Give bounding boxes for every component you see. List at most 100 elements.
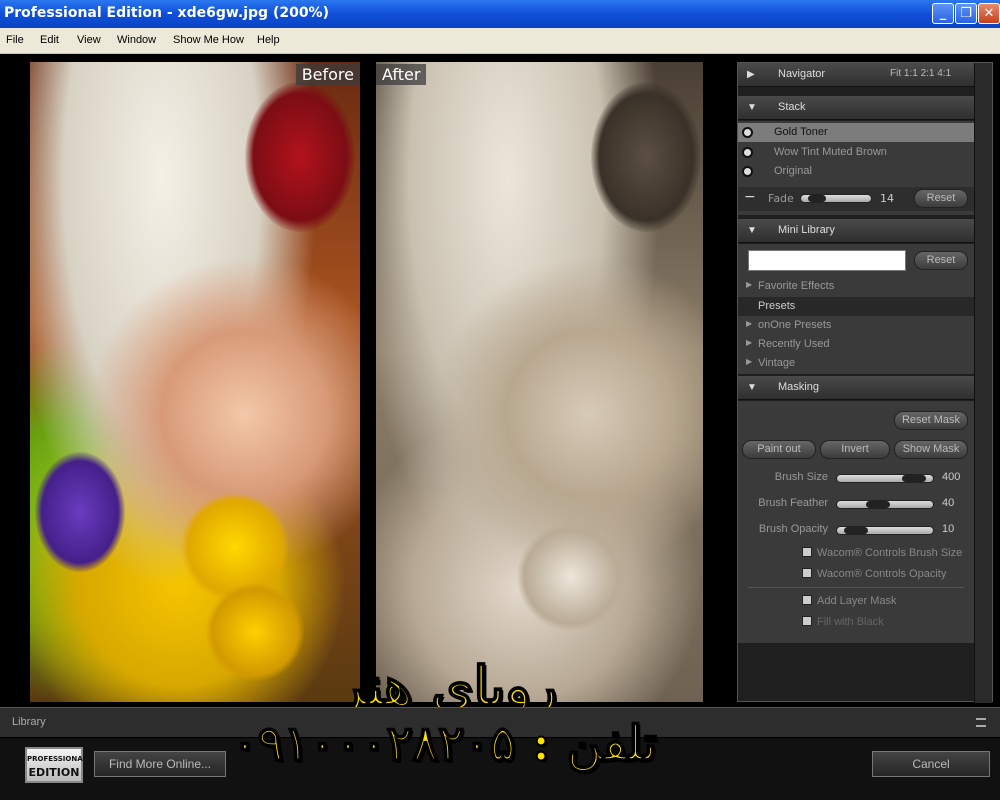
collapse-arrow-icon: ▼	[747, 225, 757, 236]
expand-arrow-icon: ▶	[746, 338, 753, 347]
reset-mask-button[interactable]: Reset Mask	[894, 411, 968, 430]
library-search-input[interactable]	[748, 250, 906, 271]
zoom-options[interactable]: Fit 1:1 2:1 4:1	[890, 68, 951, 79]
eye-icon[interactable]	[742, 166, 753, 177]
title-bar: Professional Edition - xde6gw.jpg (200%)…	[0, 0, 1000, 28]
red-flower-shape	[245, 82, 355, 232]
fade-reset-button[interactable]: Reset	[914, 189, 968, 208]
library-bar-label: Library	[12, 716, 46, 728]
collapse-arrow-icon: ▼	[747, 382, 757, 393]
fade-value: 14	[880, 192, 894, 205]
show-mask-button[interactable]: Show Mask	[894, 440, 968, 459]
workspace: Before After رویای هنر ▶ Navigator Fit 1…	[0, 54, 1000, 719]
fade-label: Fade	[768, 192, 794, 205]
menu-file[interactable]: File	[6, 34, 24, 46]
wacom-opacity-checkbox[interactable]: Wacom® Controls Opacity	[802, 568, 946, 580]
stack-label: Stack	[778, 101, 806, 113]
mini-library-body: Reset ▶ Favorite Effects Presets ▶ onOne…	[738, 244, 974, 374]
fill-black-label: Fill with Black	[817, 616, 884, 628]
library-item-label: Recently Used	[758, 338, 830, 350]
expand-arrow-icon: ▶	[746, 280, 753, 289]
fade-slider[interactable]	[800, 194, 872, 203]
masking-body: Reset Mask Paint out Invert Show Mask Br…	[738, 401, 974, 643]
stack-item[interactable]: Gold Toner	[738, 123, 974, 142]
navigator-header[interactable]: ▶ Navigator Fit 1:1 2:1 4:1	[738, 63, 974, 87]
masking-label: Masking	[778, 381, 819, 393]
expand-arrow-icon: ▶	[746, 319, 753, 328]
brush-size-label: Brush Size	[774, 471, 828, 483]
invert-button[interactable]: Invert	[820, 440, 890, 459]
find-more-online-button[interactable]: Find More Online...	[94, 751, 226, 777]
library-item-label: Favorite Effects	[758, 280, 835, 292]
menu-show-me-how[interactable]: Show Me How	[173, 34, 244, 46]
effects-panel: ▶ Navigator Fit 1:1 2:1 4:1 ▼ Stack Gold…	[737, 62, 993, 703]
collapse-arrow-icon: ▼	[747, 102, 757, 113]
watermark-phone: تلفن : ۰۹۱۰۰۰۲۸۲۰۵	[231, 715, 658, 773]
menu-help[interactable]: Help	[257, 34, 280, 46]
checkbox-icon[interactable]	[802, 547, 812, 557]
menu-window[interactable]: Window	[117, 34, 156, 46]
brush-opacity-slider[interactable]	[836, 526, 934, 535]
mini-library-header[interactable]: ▼ Mini Library	[738, 219, 974, 243]
logo-text: EDITION	[28, 766, 80, 779]
brush-feather-value: 40	[942, 497, 955, 509]
cancel-button[interactable]: Cancel	[872, 751, 990, 777]
menu-view[interactable]: View	[77, 34, 101, 46]
panel-scrollbar[interactable]	[974, 63, 992, 703]
after-photo[interactable]: After	[376, 62, 703, 702]
checkbox-icon[interactable]	[802, 595, 812, 605]
library-item[interactable]: Presets	[738, 297, 974, 316]
fade-row: − Fade 14 Reset	[738, 187, 974, 211]
library-item-label: Vintage	[758, 357, 796, 369]
minimize-button[interactable]: _	[932, 3, 954, 24]
fade-slider-thumb[interactable]	[808, 195, 826, 202]
stack-item-label: Wow Tint Muted Brown	[774, 146, 887, 158]
grip-icon[interactable]	[976, 718, 986, 727]
mini-library-label: Mini Library	[778, 224, 835, 236]
minus-icon[interactable]: −	[744, 189, 756, 205]
window-title: Professional Edition - xde6gw.jpg (200%)	[4, 5, 329, 21]
menu-edit[interactable]: Edit	[40, 34, 59, 46]
flower-shape	[591, 82, 701, 232]
library-item[interactable]: ▶ Recently Used	[738, 335, 974, 354]
flower-shape	[516, 522, 626, 632]
library-item-label: Presets	[758, 300, 796, 312]
library-item[interactable]: ▶ Favorite Effects	[738, 277, 974, 296]
eye-icon[interactable]	[742, 127, 753, 138]
purple-flower-shape	[35, 452, 125, 572]
menu-bar: File Edit View Window Show Me How Help	[0, 28, 1000, 54]
checkbox-icon[interactable]	[802, 616, 812, 626]
stack-item-label: Gold Toner	[774, 126, 828, 138]
close-button[interactable]: ✕	[978, 3, 1000, 24]
maximize-button[interactable]: ❐	[955, 3, 977, 24]
brush-feather-label: Brush Feather	[758, 497, 828, 509]
before-photo[interactable]: Before	[30, 62, 360, 702]
after-label: After	[376, 64, 427, 85]
library-reset-button[interactable]: Reset	[914, 251, 968, 270]
library-item[interactable]: ▶ onOne Presets	[738, 316, 974, 335]
edition-logo: PROFESSIONAL EDITION	[25, 747, 87, 783]
library-item[interactable]: ▶ Vintage	[738, 354, 974, 373]
paint-out-button[interactable]: Paint out	[742, 440, 816, 459]
stack-item-label: Original	[774, 165, 812, 177]
stack-header[interactable]: ▼ Stack	[738, 96, 974, 120]
brush-size-thumb[interactable]	[902, 475, 926, 482]
library-item-label: onOne Presets	[758, 319, 832, 331]
stack-item[interactable]: Original	[738, 162, 974, 181]
brush-feather-thumb[interactable]	[866, 501, 890, 508]
masking-header[interactable]: ▼ Masking	[738, 376, 974, 400]
brush-size-slider[interactable]	[836, 474, 934, 483]
eye-icon[interactable]	[742, 147, 753, 158]
before-label: Before	[295, 64, 360, 85]
stack-item[interactable]: Wow Tint Muted Brown	[738, 143, 974, 162]
checkbox-icon[interactable]	[802, 568, 812, 578]
brush-feather-slider[interactable]	[836, 500, 934, 509]
add-layer-mask-checkbox[interactable]: Add Layer Mask	[802, 595, 896, 607]
brush-opacity-thumb[interactable]	[844, 527, 868, 534]
wacom-size-checkbox[interactable]: Wacom® Controls Brush Size	[802, 547, 962, 559]
wacom-size-label: Wacom® Controls Brush Size	[817, 547, 963, 559]
wacom-opacity-label: Wacom® Controls Opacity	[817, 568, 947, 580]
brush-opacity-label: Brush Opacity	[758, 523, 828, 535]
fill-black-checkbox[interactable]: Fill with Black	[802, 616, 884, 628]
navigator-label: Navigator	[778, 68, 826, 80]
